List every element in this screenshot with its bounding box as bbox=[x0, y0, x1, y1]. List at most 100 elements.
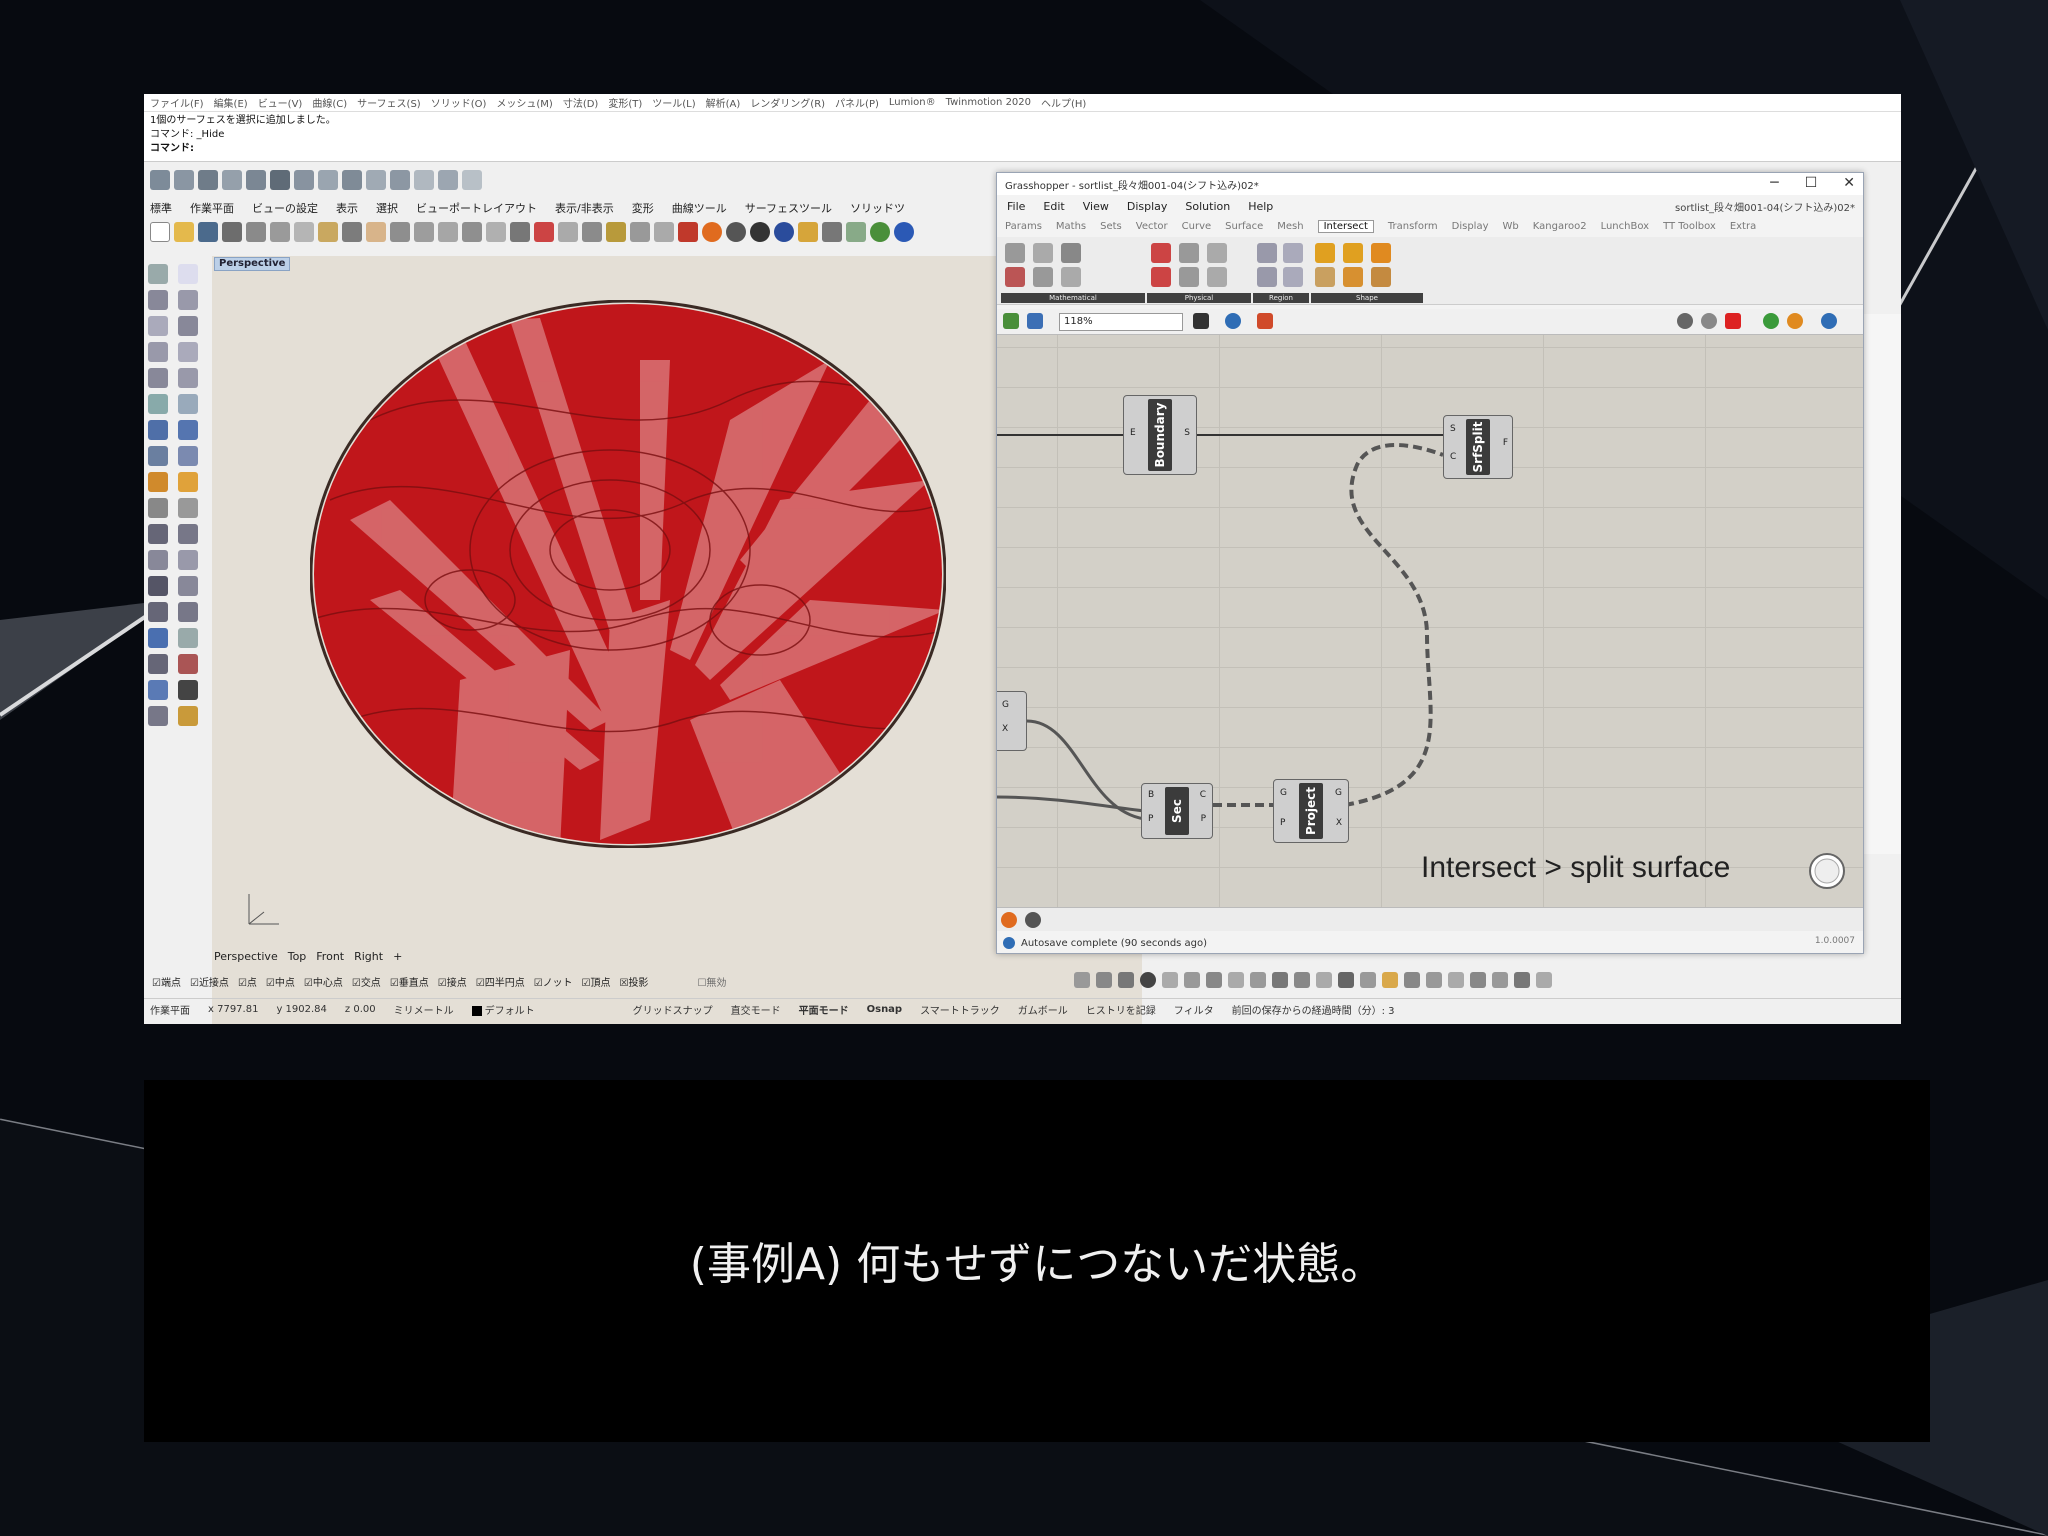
orange-sphere-icon[interactable] bbox=[1787, 313, 1803, 329]
gh-menu-item[interactable]: Display bbox=[1127, 200, 1168, 213]
menu-item[interactable]: 曲線(C) bbox=[312, 95, 347, 110]
gh-tab[interactable]: Wb bbox=[1503, 221, 1519, 232]
gh-tab[interactable]: Kangaroo2 bbox=[1533, 221, 1587, 232]
analyze-icon[interactable] bbox=[178, 654, 198, 674]
tool-icon[interactable] bbox=[198, 170, 218, 190]
zoom-icon[interactable] bbox=[414, 222, 434, 242]
menu-item[interactable]: Lumion® bbox=[889, 97, 936, 108]
gh-tab[interactable]: LunchBox bbox=[1601, 221, 1650, 232]
osnap-option[interactable]: ☑頂点 bbox=[582, 974, 611, 989]
tool-icon[interactable] bbox=[174, 170, 194, 190]
osnap-option[interactable]: ☑四半円点 bbox=[476, 974, 525, 989]
mode-toggle[interactable]: 直交モード bbox=[731, 1002, 781, 1017]
surface-icon[interactable] bbox=[178, 394, 198, 414]
menu-item[interactable]: レンダリング(R) bbox=[750, 95, 825, 110]
lock-icon[interactable] bbox=[654, 222, 674, 242]
zoom-extents-icon[interactable] bbox=[1193, 313, 1209, 329]
menu-item[interactable]: Twinmotion 2020 bbox=[946, 97, 1031, 108]
light-icon[interactable] bbox=[630, 222, 650, 242]
tool-icon[interactable] bbox=[462, 170, 482, 190]
component-icon[interactable] bbox=[1343, 243, 1363, 263]
save-icon[interactable] bbox=[198, 222, 218, 242]
tool-icon[interactable] bbox=[1536, 972, 1552, 988]
print-icon[interactable] bbox=[222, 222, 242, 242]
toolbar-tab[interactable]: ビューポートレイアウト bbox=[416, 200, 537, 218]
output-pin[interactable]: X bbox=[1336, 818, 1342, 828]
menu-item[interactable]: ファイル(F) bbox=[150, 95, 204, 110]
render-sphere-icon[interactable] bbox=[702, 222, 722, 242]
tool-icon[interactable] bbox=[1272, 972, 1288, 988]
fillet-icon[interactable] bbox=[178, 368, 198, 388]
toolbar-tab[interactable]: 変形 bbox=[632, 200, 654, 218]
tool-icon[interactable] bbox=[270, 170, 290, 190]
component-icon[interactable] bbox=[1207, 267, 1227, 287]
tool-icon[interactable] bbox=[1140, 972, 1156, 988]
cplane-status[interactable]: 作業平面 bbox=[150, 1002, 190, 1017]
open-folder-icon[interactable] bbox=[174, 222, 194, 242]
tool-icon[interactable] bbox=[366, 170, 386, 190]
osnap-option[interactable]: ☑点 bbox=[238, 974, 257, 989]
tool-icon[interactable] bbox=[1426, 972, 1442, 988]
srfsplit-node[interactable]: SrfSplit S C F bbox=[1443, 415, 1513, 479]
tool-icon[interactable] bbox=[582, 222, 602, 242]
mode-toggle[interactable]: 平面モード bbox=[799, 1002, 849, 1017]
minimize-icon[interactable]: ─ bbox=[1770, 175, 1778, 191]
gh-menu-item[interactable]: View bbox=[1083, 200, 1109, 213]
surface-icon[interactable] bbox=[148, 394, 168, 414]
tool-icon[interactable] bbox=[1294, 972, 1310, 988]
zoom-extents-icon[interactable] bbox=[462, 222, 482, 242]
gh-menu-item[interactable]: File bbox=[1007, 200, 1025, 213]
tool-icon[interactable] bbox=[558, 222, 578, 242]
component-icon[interactable] bbox=[1151, 243, 1171, 263]
gh-menu-item[interactable]: Solution bbox=[1185, 200, 1230, 213]
project-node[interactable]: Project G P G X bbox=[1273, 779, 1349, 843]
text-icon[interactable] bbox=[148, 576, 168, 596]
osnap-option[interactable]: ☑接点 bbox=[438, 974, 467, 989]
layer-status[interactable]: デフォルト bbox=[471, 1002, 535, 1017]
toolbar-tab[interactable]: ソリッドツ bbox=[850, 200, 905, 218]
gh-tab[interactable]: Surface bbox=[1225, 221, 1263, 232]
tool-icon[interactable] bbox=[1250, 972, 1266, 988]
osnap-option[interactable]: ☑交点 bbox=[352, 974, 381, 989]
add-viewport-icon[interactable]: + bbox=[393, 950, 402, 963]
maximize-icon[interactable]: ☐ bbox=[1805, 175, 1818, 191]
preview-shaded-icon[interactable] bbox=[1725, 313, 1741, 329]
tool-icon[interactable] bbox=[1404, 972, 1420, 988]
gh-tab[interactable]: Sets bbox=[1100, 221, 1122, 232]
osnap-option[interactable]: ☑中心点 bbox=[304, 974, 343, 989]
tool-icon[interactable] bbox=[1096, 972, 1112, 988]
undo-icon[interactable] bbox=[342, 222, 362, 242]
tool-icon[interactable] bbox=[246, 170, 266, 190]
tool-icon[interactable] bbox=[1492, 972, 1508, 988]
menu-item[interactable]: ヘルプ(H) bbox=[1041, 95, 1086, 110]
cylinder-icon[interactable] bbox=[148, 446, 168, 466]
boundary-node[interactable]: Boundary E S bbox=[1123, 395, 1197, 475]
component-icon[interactable] bbox=[1283, 243, 1303, 263]
tool-icon[interactable] bbox=[846, 222, 866, 242]
tool-icon[interactable] bbox=[798, 222, 818, 242]
mode-toggle[interactable]: フィルタ bbox=[1174, 1002, 1214, 1017]
component-icon[interactable] bbox=[1315, 243, 1335, 263]
toolbar-tab[interactable]: ビューの設定 bbox=[252, 200, 318, 218]
menu-item[interactable]: メッシュ(M) bbox=[496, 95, 552, 110]
input-pin[interactable]: S bbox=[1450, 424, 1456, 434]
component-icon[interactable] bbox=[1257, 243, 1277, 263]
gh-tab[interactable]: TT Toolbox bbox=[1663, 221, 1716, 232]
tool-icon[interactable] bbox=[414, 170, 434, 190]
open-file-icon[interactable] bbox=[1003, 313, 1019, 329]
render-sphere-icon[interactable] bbox=[726, 222, 746, 242]
rectangle-icon[interactable] bbox=[178, 342, 198, 362]
input-pin[interactable]: P bbox=[1148, 814, 1153, 824]
tool-icon[interactable] bbox=[390, 170, 410, 190]
rotate-icon[interactable] bbox=[148, 550, 168, 570]
sketch-icon[interactable] bbox=[1257, 313, 1273, 329]
viewport-tab[interactable]: Perspective bbox=[214, 950, 278, 963]
timer-icon[interactable] bbox=[1001, 912, 1017, 928]
cut-icon[interactable] bbox=[270, 222, 290, 242]
menu-item[interactable]: ビュー(V) bbox=[258, 95, 303, 110]
save-icon[interactable] bbox=[1027, 313, 1043, 329]
viewport-label[interactable]: Perspective bbox=[214, 257, 291, 271]
tool-icon[interactable] bbox=[1448, 972, 1464, 988]
toolbar-tab[interactable]: 表示 bbox=[336, 200, 358, 218]
mode-toggle[interactable]: Osnap bbox=[867, 1004, 902, 1015]
